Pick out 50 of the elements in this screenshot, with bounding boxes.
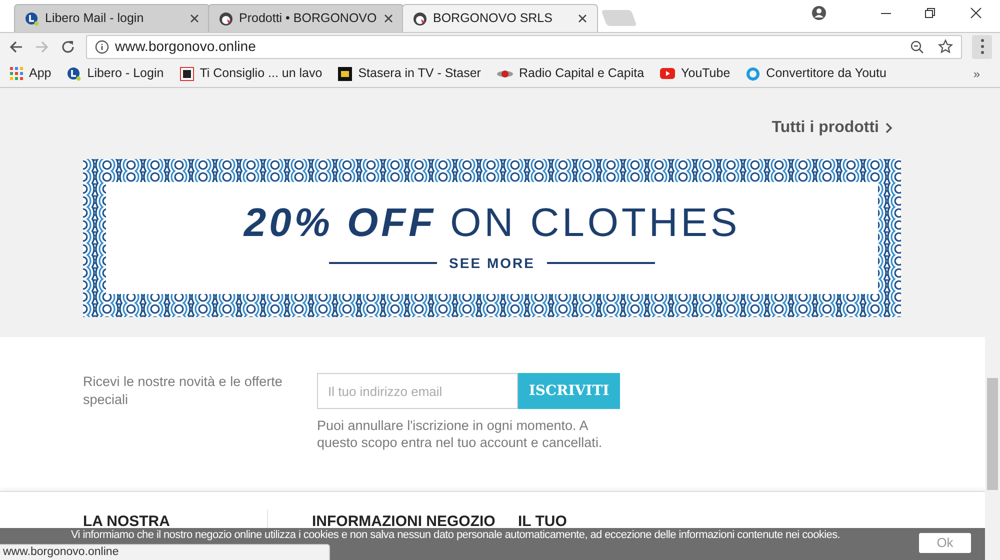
footer-heading: IL TUO: [518, 513, 567, 530]
close-icon[interactable]: [384, 14, 393, 23]
chevron-right-icon: [885, 122, 893, 134]
status-bar: www.borgonovo.online: [0, 544, 330, 560]
unsubscribe-note: Puoi annullare l'iscrizione in ogni momento. A questo scopo entra nel tuo account e cancellati.: [317, 417, 604, 451]
browser-tab[interactable]: BORGONOVO SRLS: [402, 4, 598, 32]
address-bar[interactable]: www.borgonovo.online: [86, 34, 962, 58]
radio-logo-icon: [496, 68, 513, 78]
bookmark-link[interactable]: Libero - Login: [87, 64, 164, 83]
all-products-link[interactable]: Tutti i prodotti: [772, 116, 893, 140]
banner-headline: 20% OFF ON CLOTHES: [244, 200, 740, 244]
tab-title: Prodotti • BORGONOVO: [239, 10, 378, 28]
info-icon: [95, 40, 109, 54]
back-icon[interactable]: [8, 38, 24, 54]
footer-heading: INFORMAZIONI NEGOZIO: [312, 513, 496, 530]
url-text: www.borgonovo.online: [115, 37, 256, 56]
email-field[interactable]: Il tuo indirizzo email: [317, 373, 518, 409]
browser-tab[interactable]: Libero Mail - login: [14, 4, 210, 32]
reload-icon[interactable]: [60, 38, 76, 54]
overflow-button[interactable]: »: [973, 64, 980, 82]
bookmark-link[interactable]: Radio Capital e Capita: [518, 64, 644, 83]
menu-button[interactable]: [972, 34, 992, 58]
browser-tab[interactable]: Prodotti • BORGONOVO: [208, 4, 404, 32]
restore-icon[interactable]: [924, 7, 936, 19]
newsletter-text: Ricevi le nostre novità e le offerte speciali: [83, 373, 284, 409]
tab-title: Libero Mail - login: [45, 10, 145, 28]
promo-banner[interactable]: 20% OFF ON CLOTHES SEE MORE: [83, 159, 901, 317]
profile-icon[interactable]: [812, 6, 826, 20]
bookmark-link[interactable]: Convertitore da Youtu: [766, 64, 886, 83]
pin-logo-icon: [746, 66, 760, 80]
see-more-link[interactable]: SEE MORE: [449, 252, 535, 274]
play-logo-icon: [660, 68, 676, 79]
apps-grid-icon: [10, 67, 23, 80]
star-icon[interactable]: [938, 39, 953, 54]
scrollbar[interactable]: [985, 88, 1000, 560]
close-icon[interactable]: [578, 14, 587, 23]
bookmark-link[interactable]: Stasera in TV - Staser: [358, 64, 481, 83]
bookmark-link[interactable]: YouTube: [681, 64, 730, 83]
letter-logo-icon: [25, 12, 39, 26]
bookmark-link[interactable]: Ti Consiglio ... un lavo: [200, 64, 322, 83]
tv-logo-icon: [338, 66, 352, 80]
close-icon[interactable]: [970, 7, 982, 19]
tab-title: BORGONOVO SRLS: [433, 10, 554, 28]
bookmark-link[interactable]: App: [29, 64, 52, 83]
square-logo-icon: [180, 66, 194, 80]
close-icon[interactable]: [190, 14, 199, 23]
cookie-notice: Vi informiamo che il nostro negozio online utilizza i cookies e non salva nessun dato personale automaticamente, ad eccezione delle informazioni contenute nei cookies.: [70, 529, 840, 542]
zoom-out-icon[interactable]: [910, 40, 924, 54]
footer-heading: LA NOSTRA: [83, 513, 170, 530]
letter-logo-icon: [67, 66, 82, 80]
